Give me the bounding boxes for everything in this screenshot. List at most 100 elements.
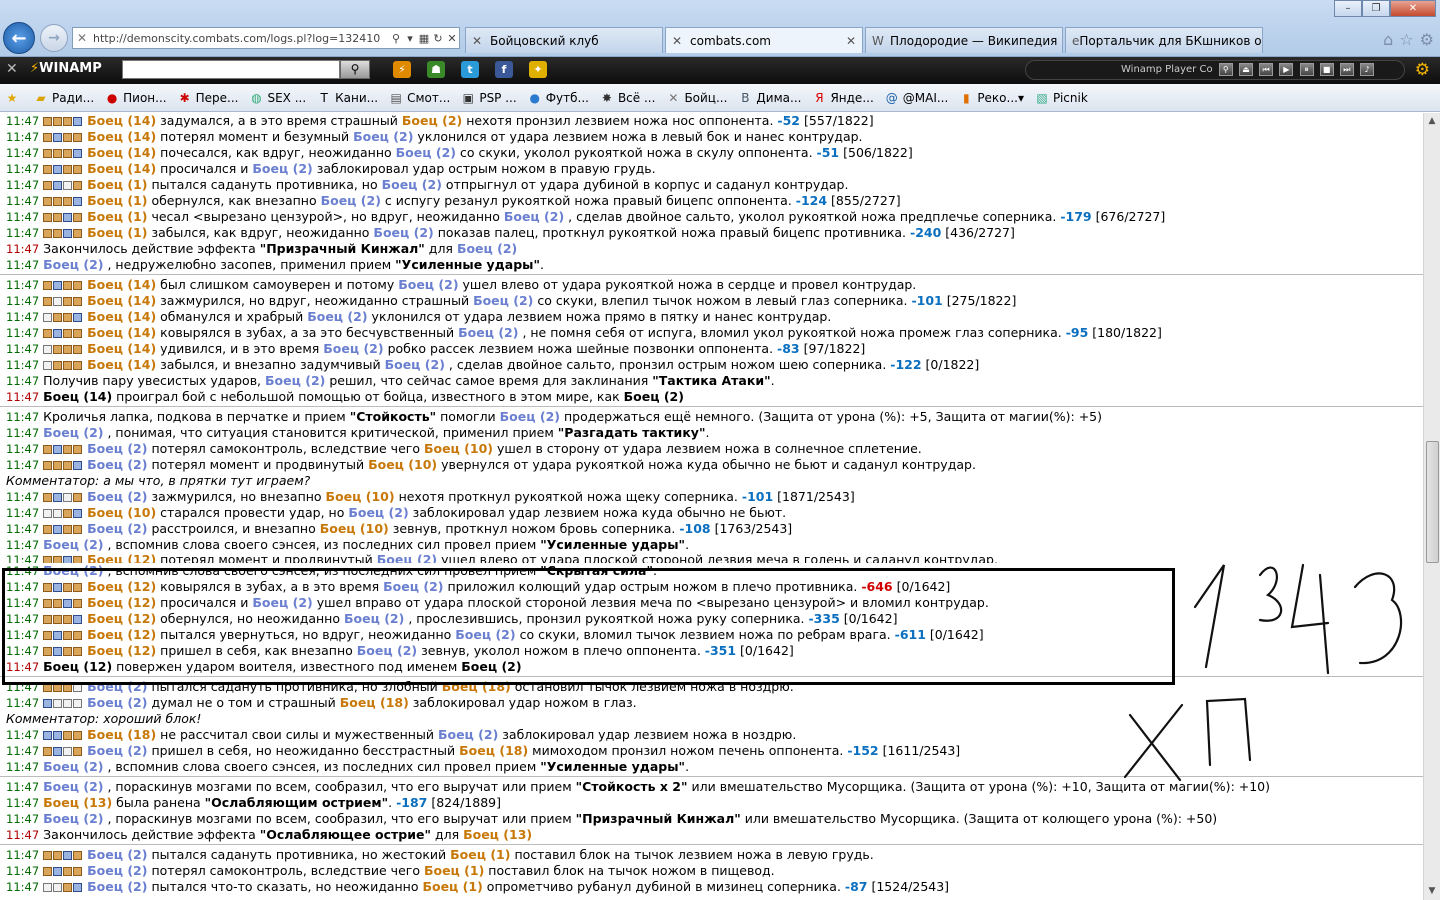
address-bar[interactable]: ✕ http://demonscity.combats.com/logs.pl?… xyxy=(72,27,460,49)
pause-icon[interactable]: ⏸ xyxy=(1299,62,1314,76)
winamp-player[interactable]: Winamp Player Co ⚲ ⏏ ⏮ ▶ ⏸ ■ ⏭ ♪ xyxy=(1025,60,1405,80)
dropdown-icon[interactable]: ▾ xyxy=(1018,91,1024,105)
fighter-name[interactable]: Боец (18) xyxy=(87,727,156,742)
close-window-button[interactable]: ✕ xyxy=(1390,0,1436,17)
volume-icon[interactable]: ♪ xyxy=(1360,62,1375,76)
winamp-search-button[interactable]: ⚲ xyxy=(340,60,370,79)
fighter-name[interactable]: Боец (10) xyxy=(87,505,156,520)
fighter-name[interactable]: Боец (1) xyxy=(87,225,147,240)
close-toolbar-icon[interactable]: ✕ xyxy=(6,61,18,77)
scroll-down-icon[interactable]: ▼ xyxy=(1424,883,1440,900)
tools-gear-icon[interactable]: ⚙ xyxy=(1420,30,1434,49)
fighter-name[interactable]: Боец (14) xyxy=(87,277,156,292)
fighter-name[interactable]: Боец (2) xyxy=(473,293,533,308)
fighter-name[interactable]: Боец (1) xyxy=(424,863,484,878)
fighter-name[interactable]: Боец (2) xyxy=(382,177,442,192)
search-icon[interactable]: ⚲ xyxy=(1218,62,1233,76)
fighter-name[interactable]: Боец (2) xyxy=(438,727,498,742)
bookmark-item[interactable]: T Кани... xyxy=(316,91,378,105)
fighter-name[interactable]: Боец (2) xyxy=(323,341,383,356)
fighter-name[interactable]: Боец (2) xyxy=(252,161,312,176)
fighter-name[interactable]: Боец (2) xyxy=(87,879,147,894)
fighter-name[interactable]: Боец (2) xyxy=(402,113,462,128)
fighter-name[interactable]: Боец (2) xyxy=(87,457,147,472)
fighter-name[interactable]: Боец (2) xyxy=(307,309,367,324)
fighter-name[interactable]: Боец (2) xyxy=(377,553,437,563)
bookmark-item[interactable]: ◍ SEX ... xyxy=(248,91,306,105)
fighter-name[interactable]: Боец (2) xyxy=(43,257,103,272)
fighter-name[interactable]: Боец (1) xyxy=(422,879,482,894)
favorites-star-icon[interactable]: ★ xyxy=(4,91,23,105)
bookmark-item[interactable]: ✸ Всё ... xyxy=(599,91,656,105)
back-button[interactable]: ← xyxy=(3,22,35,54)
fighter-name[interactable]: Боец (14) xyxy=(87,113,156,128)
fighter-name[interactable]: Боец (2) xyxy=(87,695,147,710)
fighter-name[interactable]: Боец (13) xyxy=(463,827,532,842)
vertical-scrollbar[interactable]: ▲ ▼ xyxy=(1423,113,1440,900)
url-text[interactable]: http://demonscity.combats.com/logs.pl?lo… xyxy=(93,32,389,45)
fighter-name[interactable]: Боец (2) xyxy=(396,145,456,160)
fighter-name[interactable]: Боец (1) xyxy=(87,177,147,192)
bookmark-item[interactable]: ▣ PSP ... xyxy=(460,91,517,105)
fighter-name[interactable]: Боец (10) xyxy=(368,457,437,472)
fighter-name[interactable]: Боец (14) xyxy=(87,145,156,160)
fighter-name[interactable]: Боец (2) xyxy=(373,225,433,240)
scroll-up-icon[interactable]: ▲ xyxy=(1424,113,1440,130)
bookmark-item[interactable]: ▮ Реко... ▾ xyxy=(958,91,1024,105)
fighter-name[interactable]: Боец (12) xyxy=(87,553,156,563)
fighter-name[interactable]: Боец (14) xyxy=(87,161,156,176)
fighter-name[interactable]: Боец (2) xyxy=(504,209,564,224)
close-tab-icon[interactable]: ✕ xyxy=(846,34,856,48)
play-icon[interactable]: ▶ xyxy=(1279,62,1294,76)
bookmark-item[interactable]: @ @MAI... xyxy=(884,91,949,105)
fighter-name[interactable]: Боец (1) xyxy=(87,209,147,224)
fighter-name[interactable]: Боец (2) xyxy=(321,193,381,208)
fighter-name[interactable]: Боец (10) xyxy=(320,521,389,536)
fighter-name[interactable]: Боец (18) xyxy=(340,695,409,710)
android-icon[interactable]: ☗ xyxy=(427,61,445,78)
fighter-name[interactable]: Боец (2) xyxy=(87,863,147,878)
fighter-name[interactable]: Боец (2) xyxy=(87,521,147,536)
fighter-name[interactable]: Боец (2) xyxy=(458,325,518,340)
fighter-name[interactable]: Боец (2) xyxy=(43,811,103,826)
fighter-name[interactable]: Боец (2) xyxy=(87,743,147,758)
winamp-search-input[interactable] xyxy=(122,60,340,79)
previous-icon[interactable]: ⏮ xyxy=(1259,62,1274,76)
settings-gear-icon[interactable]: ⚙ xyxy=(1415,60,1430,80)
dropdown-icon[interactable]: ▾ xyxy=(403,32,417,45)
fighter-name[interactable]: Боец (2) xyxy=(87,441,147,456)
facebook-icon[interactable]: f xyxy=(495,61,513,78)
fighter-name[interactable]: Боец (2) xyxy=(43,779,103,794)
fighter-name[interactable]: Боец (14) xyxy=(87,341,156,356)
fighter-name[interactable]: Боец (2) xyxy=(385,357,445,372)
fighter-name[interactable]: Боец (2) xyxy=(43,425,103,440)
fighter-name[interactable]: Боец (1) xyxy=(450,847,510,862)
fighter-name[interactable]: Боец (2) xyxy=(87,489,147,504)
fighter-name[interactable]: Боец (14) xyxy=(87,309,156,324)
bookmark-item[interactable]: ▰ Ради... xyxy=(33,91,94,105)
refresh-icon[interactable]: ↻ xyxy=(431,32,445,45)
fighter-name[interactable]: Боец (2) xyxy=(398,277,458,292)
fighter-name[interactable]: Боец (2) xyxy=(43,537,103,552)
restore-button[interactable]: ❐ xyxy=(1362,0,1390,17)
compat-icon[interactable]: ▦ xyxy=(417,32,431,45)
fighter-name[interactable]: Боец (14) xyxy=(87,129,156,144)
fighter-name[interactable]: Боец (14) xyxy=(87,293,156,308)
home-icon[interactable]: ⌂ xyxy=(1383,30,1393,49)
fighter-name[interactable]: Боец (2) xyxy=(265,373,325,388)
stop-icon[interactable]: ■ xyxy=(1319,62,1334,76)
bookmark-item[interactable]: ● Футб... xyxy=(527,91,589,105)
favorites-star-icon[interactable]: ☆ xyxy=(1399,30,1413,49)
runner-icon[interactable]: ✦ xyxy=(529,61,547,78)
fighter-name[interactable]: Боец (2) xyxy=(500,409,560,424)
bookmark-item[interactable]: ✱ Пере... xyxy=(177,91,239,105)
search-icon[interactable]: ⚲ xyxy=(389,32,403,45)
fighter-name[interactable]: Боец (2) xyxy=(457,241,517,256)
browser-tab[interactable]: W Плодородие — Википедия xyxy=(865,27,1063,53)
bookmark-item[interactable]: ● Пион... xyxy=(104,91,167,105)
scroll-thumb[interactable] xyxy=(1426,441,1439,563)
bookmark-item[interactable]: ▧ Picnik xyxy=(1034,91,1087,105)
next-icon[interactable]: ⏭ xyxy=(1339,62,1354,76)
fighter-name[interactable]: Боец (2) xyxy=(87,847,147,862)
fighter-name[interactable]: Боец (2) xyxy=(348,505,408,520)
